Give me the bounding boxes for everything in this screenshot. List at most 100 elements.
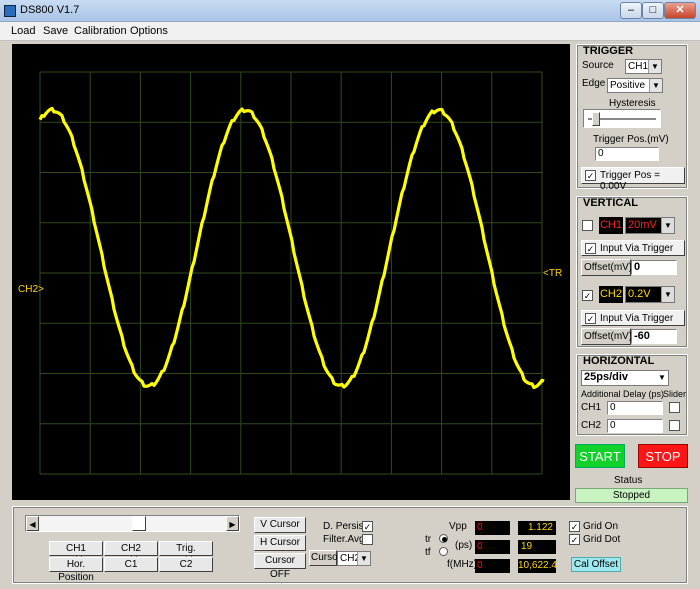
f-ch2-readout: 10,622.4	[518, 559, 557, 573]
scope-screen[interactable]: CH2> <TR	[12, 44, 570, 500]
ch2-marker: CH2>	[18, 284, 44, 295]
ch2-label: CH2	[599, 286, 623, 303]
timebase-select[interactable]: 25ps/div ▼	[581, 370, 669, 386]
close-button[interactable]: ✕	[664, 2, 696, 19]
ch1-offset-input[interactable]: 0	[631, 260, 677, 275]
tr-radio[interactable]	[439, 534, 448, 543]
ch1-input-trigger-row[interactable]: ✓ Input Via Trigger	[581, 240, 685, 256]
ch1-offset-label: Offset(mV)	[584, 262, 633, 273]
h-ch1-label: CH1	[581, 402, 602, 413]
ch1-position-button[interactable]: CH1 Position	[49, 541, 103, 567]
edge-value: Positive	[610, 80, 646, 91]
menu-options[interactable]: Options	[130, 25, 168, 37]
trigger-pos-check-row[interactable]: ✓ Trigger Pos = 0.00V	[581, 167, 685, 192]
vertical-panel: VERTICAL CH1 20mV ▼ ✓ Input Via Trigger …	[576, 196, 688, 348]
ch1-scale-select[interactable]: 20mV ▼	[625, 217, 675, 234]
horizontal-panel: HORIZONTAL 25ps/div ▼ Additional Delay (p…	[576, 354, 688, 436]
start-button[interactable]: START	[575, 444, 625, 468]
trigger-pos-checkbox[interactable]: ✓	[585, 170, 596, 181]
maximize-button[interactable]: □	[642, 2, 664, 19]
ch2-input-trigger-label: Input Via Trigger	[600, 313, 674, 324]
cal-offset-button[interactable]: Cal Offset	[571, 557, 621, 572]
fmhz-label: f(MHz)	[447, 559, 477, 570]
ch2-input-trigger-checkbox[interactable]: ✓	[585, 313, 596, 324]
minimize-button[interactable]: –	[620, 2, 642, 19]
window-title: DS800 V1.7	[20, 4, 80, 16]
chevron-down-icon: ▼	[661, 287, 674, 302]
v-cursor-button[interactable]: V Cursor	[254, 517, 306, 533]
h-ch2-label: CH2	[581, 420, 602, 431]
cursor-select[interactable]: CH2 ▼	[337, 551, 371, 566]
c2-button[interactable]: C2	[159, 557, 213, 572]
scroll-right-icon[interactable]: ▶	[226, 516, 239, 531]
ch1-offset-label-box: Offset(mV)	[581, 259, 633, 276]
menu-save[interactable]: Save	[43, 25, 68, 37]
hor-position-button[interactable]: Hor. Position	[49, 557, 103, 583]
stop-button[interactable]: STOP	[638, 444, 688, 468]
trigger-marker: <TR	[543, 268, 563, 279]
d-persist-checkbox[interactable]: ✓	[362, 521, 373, 532]
slider-thumb[interactable]	[592, 112, 600, 126]
radio-dot	[442, 537, 447, 542]
source-value: CH1	[628, 61, 649, 72]
chevron-down-icon: ▼	[648, 60, 661, 73]
edge-select[interactable]: Positive ▼	[607, 78, 663, 93]
trig-position-button[interactable]: Trig. Position	[159, 541, 213, 567]
scroll-thumb[interactable]	[132, 516, 146, 531]
tf-radio[interactable]	[439, 547, 448, 556]
trigger-pos-label: Trigger Pos.(mV)	[593, 134, 669, 145]
h-ch2-slider-checkbox[interactable]	[669, 420, 680, 431]
menu-load[interactable]: Load	[11, 25, 35, 37]
title-bar: DS800 V1.7 – □ ✕	[0, 0, 700, 22]
source-select[interactable]: CH1 ▼	[625, 59, 662, 74]
filter-avg-checkbox[interactable]	[362, 534, 373, 545]
trigger-pos-input[interactable]: 0	[595, 147, 659, 161]
h-cursor-button[interactable]: H Cursor	[254, 535, 306, 551]
trigger-pos-check-label: Trigger Pos = 0.00V	[600, 170, 660, 192]
status-label: Status	[614, 475, 643, 486]
grid-on-checkbox[interactable]: ✓	[569, 521, 580, 532]
ch2-scale-select[interactable]: 0.2V ▼	[625, 286, 675, 303]
grid-on-label: Grid On	[583, 521, 619, 532]
filter-avg-label: Filter.Avg	[323, 534, 365, 545]
ch2-scale-value: 0.2V	[628, 288, 651, 300]
c1-button[interactable]: C1	[104, 557, 158, 572]
ch1-enable-checkbox[interactable]	[582, 220, 593, 231]
trigger-header: TRIGGER	[583, 45, 634, 57]
ch1-input-trigger-label: Input Via Trigger	[600, 243, 674, 254]
ch2-input-trigger-row[interactable]: ✓ Input Via Trigger	[581, 310, 685, 326]
horizontal-header: HORIZONTAL	[583, 355, 655, 367]
ch1-label: CH1	[599, 217, 623, 234]
ch2-offset-label-box: Offset(mV)	[581, 328, 633, 345]
ch2-offset-input[interactable]: -60	[631, 329, 677, 344]
hysteresis-slider[interactable]	[583, 109, 661, 128]
position-scrollbar[interactable]: ◀ ▶	[25, 515, 240, 532]
cursor-off-button[interactable]: Cursor OFF	[254, 553, 306, 580]
menu-calibration[interactable]: Calibration	[74, 25, 127, 37]
grid-dot-label: Grid Dot	[583, 534, 621, 545]
chevron-down-icon: ▼	[649, 79, 662, 92]
status-badge: Stopped	[575, 488, 688, 503]
chevron-down-icon: ▼	[656, 371, 668, 385]
source-label: Source	[582, 60, 614, 71]
grid-dot-checkbox[interactable]: ✓	[569, 534, 580, 545]
scope-grid	[38, 71, 545, 475]
chevron-down-icon: ▼	[661, 218, 674, 233]
edge-label: Edge	[582, 78, 606, 89]
slider-label: Slider	[663, 389, 687, 399]
h-ch1-delay-input[interactable]: 0	[607, 401, 663, 415]
menu-bar: Load Save Calibration Options	[0, 22, 700, 41]
h-ch2-delay-input[interactable]: 0	[607, 419, 663, 433]
vpp-ch1-readout: 0	[475, 521, 510, 535]
ps-ch2-readout: 19	[518, 540, 556, 554]
scroll-left-icon[interactable]: ◀	[26, 516, 39, 531]
ps-ch1-readout: 0	[475, 540, 510, 554]
ch2-offset-label: Offset(mV)	[584, 331, 633, 342]
ch1-input-trigger-checkbox[interactable]: ✓	[585, 243, 596, 254]
ch2-position-button[interactable]: CH2 Position	[104, 541, 158, 567]
ps-label: (ps)	[455, 540, 473, 551]
h-ch1-slider-checkbox[interactable]	[669, 402, 680, 413]
ch1-scale-value: 20mV	[628, 219, 657, 231]
d-persist-label: D. Persist	[323, 521, 367, 532]
ch2-enable-checkbox[interactable]: ✓	[582, 290, 593, 301]
